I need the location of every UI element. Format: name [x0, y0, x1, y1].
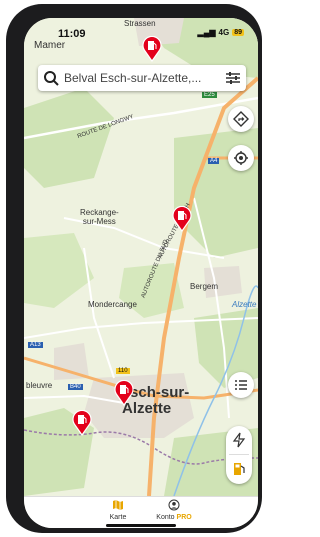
account-icon — [168, 499, 180, 511]
fuel-station-pin[interactable] — [172, 206, 192, 232]
fuel-station-pin[interactable] — [72, 410, 92, 436]
fuel-type-toggle[interactable] — [226, 426, 252, 484]
list-view-button[interactable] — [228, 372, 254, 398]
search-bar[interactable]: Belval Esch-sur-Alzette,... — [38, 65, 246, 91]
tab-account-label: Konto PRO — [134, 514, 214, 521]
crosshair-location-icon — [234, 151, 248, 165]
map-label-reckange: Reckange- sur-Mess — [80, 208, 119, 226]
network-label: 4G — [218, 28, 230, 37]
account-label-text: Konto — [156, 514, 175, 521]
app-screen: Mamer Strassen Reckange- sur-Mess Monder… — [24, 18, 258, 528]
filter-sliders-icon[interactable] — [220, 65, 246, 91]
phone-frame: Mamer Strassen Reckange- sur-Mess Monder… — [6, 4, 262, 533]
shield-e25: E25 — [202, 92, 217, 98]
charging-bolt-icon[interactable] — [231, 432, 247, 448]
shield-110: 110 — [116, 368, 130, 374]
my-location-button[interactable] — [228, 145, 254, 171]
fuel-pump-icon[interactable] — [231, 461, 247, 477]
map-tab-icon — [113, 500, 123, 510]
fuel-station-pin[interactable] — [114, 380, 134, 406]
search-icon — [44, 71, 59, 86]
toggle-divider — [229, 454, 249, 455]
shield-a13: A13 — [28, 342, 43, 348]
directions-button[interactable] — [228, 106, 254, 132]
status-indicators: ▂▄▆ 4G 89 — [198, 28, 244, 37]
home-indicator — [106, 524, 176, 527]
bottom-tab-bar: Karte Konto PRO — [24, 496, 258, 528]
map-label-bleuvre: bleuvre — [26, 381, 53, 390]
shield-b40: B40 — [68, 384, 83, 390]
battery-indicator: 89 — [232, 29, 244, 36]
pro-badge: PRO — [176, 514, 192, 521]
map-label-alzette-river: Alzette — [232, 300, 257, 309]
map-label-mondercange: Mondercange — [88, 300, 137, 309]
search-input[interactable]: Belval Esch-sur-Alzette,... — [64, 71, 220, 85]
tab-account[interactable]: Konto PRO — [134, 499, 214, 521]
status-bar: 11:09 ▂▄▆ 4G 89 — [24, 18, 258, 44]
shield-a4: A4 — [208, 158, 220, 164]
map-label-bergem: Bergem — [190, 282, 219, 291]
directions-diamond-icon — [233, 111, 249, 127]
status-time: 11:09 — [58, 28, 86, 40]
signal-icon: ▂▄▆ — [197, 28, 216, 37]
list-icon — [235, 380, 247, 390]
